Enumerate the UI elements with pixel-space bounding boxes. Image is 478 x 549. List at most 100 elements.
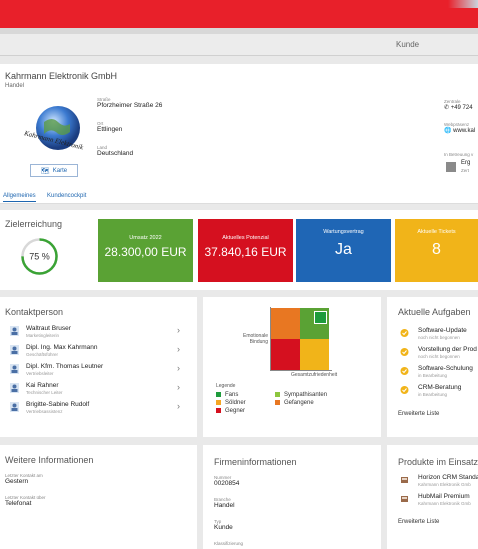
kpi-revenue-label: Umsatz 2022	[129, 235, 162, 241]
task-row[interactable]: Software-Schulung in Bearbeitung	[387, 363, 478, 382]
kpi-potential-value: 37.840,16 EUR	[204, 245, 287, 259]
phone-value[interactable]: ✆ +49 724	[444, 104, 473, 111]
kpi-tickets-label: Aktuelle Tickets	[417, 229, 456, 235]
kpi-tile-potential[interactable]: Aktuelles Potenzial 37.840,16 EUR	[198, 219, 293, 282]
tab-kundencockpit[interactable]: Kundencockpit	[47, 193, 86, 199]
contact-name: Dipl. Kfm. Thomas Leutner	[26, 363, 104, 370]
tasks-title: Aktuelle Aufgaben	[398, 307, 471, 317]
matrix-cell-soeldner[interactable]	[300, 339, 329, 370]
tasks-more-link[interactable]: Erweiterte Liste	[398, 411, 439, 417]
task-row[interactable]: CRM-Beratung in Bearbeitung	[387, 382, 478, 401]
kpi-tile-maintenance[interactable]: Wartungsvertrag Ja	[296, 219, 391, 282]
country-value: Deutschland	[97, 150, 134, 157]
legend-label: Gefangene	[284, 400, 314, 407]
contacts-panel: Kontaktperson Waltraut Bruser Marketingle…	[0, 297, 197, 437]
chevron-right-icon[interactable]: ›	[177, 382, 180, 392]
contact-name: Waltraut Bruser	[26, 325, 71, 332]
matrix-marker[interactable]	[314, 311, 327, 324]
products-more-link[interactable]: Erweiterte Liste	[398, 519, 439, 525]
legend-item: Söldner	[216, 400, 246, 406]
last-contact-via-field: Letzter Kontakt über Telefonat	[5, 495, 46, 507]
task-name: Software-Update	[418, 327, 467, 334]
tab-bar: Allgemeines Kundencockpit	[0, 190, 478, 204]
last-contact-field: Letzter Kontakt am Gestern	[5, 473, 43, 485]
contact-row[interactable]: Dipl. Kfm. Thomas Leutner Vertriebsleiter…	[0, 361, 193, 380]
website-link[interactable]: 🌐 www.kal	[444, 127, 475, 134]
chevron-right-icon[interactable]: ›	[177, 344, 180, 354]
country-field: Land Deutschland	[97, 145, 133, 157]
legend-label: Söldner	[225, 400, 246, 407]
phone-field: Zentrale ✆ +49 724	[444, 99, 473, 111]
website-value: www.kal	[453, 128, 476, 134]
task-status: noch nicht begonnen	[418, 335, 460, 340]
task-name: Software-Schulung	[418, 365, 473, 372]
street-field: Straße Pforzheimer Straße 26	[97, 97, 162, 109]
products-title: Produkte im Einsatz	[398, 457, 478, 467]
contact-person-icon	[10, 326, 19, 336]
satisfaction-matrix-panel: Emotionale Bindung Gesamtzufriedenheit L…	[203, 297, 381, 437]
matrix-cell-gegner[interactable]	[271, 339, 300, 370]
kpi-revenue-value: 28.300,00 EUR	[104, 245, 187, 259]
task-icon	[400, 386, 409, 394]
page-title: Kunde	[396, 40, 420, 49]
product-vendor: Kahrmann Elektronik Gmb	[418, 482, 471, 487]
chevron-right-icon[interactable]: ›	[177, 325, 180, 335]
chevron-right-icon[interactable]: ›	[177, 363, 180, 373]
contact-row[interactable]: Dipl. Ing. Max Kahrmann Geschäftsführer ›	[0, 342, 193, 361]
task-row[interactable]: Software-Update noch nicht begonnen	[387, 325, 478, 344]
task-name: Vorstellung der Prod	[418, 346, 477, 353]
map-icon: 🗺	[40, 167, 50, 175]
further-info-panel: Weitere Informationen Letzter Kontakt am…	[0, 445, 197, 549]
product-row[interactable]: Horizon CRM Standa Kahrmann Elektronik Gm…	[387, 472, 478, 491]
legend-item: Fans	[216, 392, 238, 398]
contact-row[interactable]: Brigitte-Sabine Rudolf Vertriebsassistenz…	[0, 399, 193, 418]
legend-label: Sympathisanten	[284, 392, 328, 399]
kpi-tile-tickets[interactable]: Aktuelle Tickets 8	[395, 219, 478, 282]
care-label: In Betreuung v	[444, 152, 474, 157]
city-value: Ettlingen	[97, 126, 123, 133]
contact-role: Vertriebsleiter	[26, 371, 54, 376]
contact-person-icon	[10, 364, 19, 374]
legend-swatch	[275, 392, 280, 397]
contact-role: Marketingleiterin	[26, 333, 60, 338]
chevron-right-icon[interactable]: ›	[177, 401, 180, 411]
app-header-bar	[0, 0, 478, 28]
care-value[interactable]: Erg	[461, 160, 470, 166]
legend-item: Gegner	[216, 408, 245, 414]
product-row[interactable]: HubMail Premium Kahrmann Elektronik Gmb	[387, 491, 478, 510]
kpi-tile-revenue[interactable]: Umsatz 2022 28.300,00 EUR	[98, 219, 193, 282]
contact-name: Brigitte-Sabine Rudolf	[26, 401, 90, 408]
kpi-maintenance-label: Wartungsvertrag	[323, 229, 364, 235]
company-type-field: Typ Kunde	[214, 519, 233, 531]
task-name: CRM-Beratung	[418, 384, 462, 391]
tasks-panel: Aktuelle Aufgaben Software-Update noch ni…	[387, 297, 478, 437]
kpi-maintenance-value: Ja	[335, 241, 352, 258]
contact-row[interactable]: Kai Rahner Technischer Leiter ›	[0, 380, 193, 399]
account-name: Kahrmann Elektronik GmbH	[5, 71, 118, 81]
matrix-cell-gefangene[interactable]	[271, 308, 300, 339]
globe-icon: 🌐	[444, 128, 452, 134]
company-branch-value: Handel	[214, 502, 235, 509]
legend-label: Fans	[225, 392, 239, 399]
contact-row[interactable]: Waltraut Bruser Marketingleiterin ›	[0, 323, 193, 342]
contact-role: Geschäftsführer	[26, 352, 59, 357]
legend-swatch	[275, 400, 280, 405]
map-button[interactable]: 🗺 Karte	[30, 164, 78, 177]
matrix-y-label: Emotionale Bindung	[238, 333, 268, 345]
product-vendor: Kahrmann Elektronik Gmb	[418, 501, 471, 506]
account-card: Kahrmann Elektronik GmbH Handel Kahrmann…	[0, 64, 478, 204]
task-status: noch nicht begonnen	[418, 354, 460, 359]
contact-name: Kai Rahner	[26, 382, 59, 389]
task-row[interactable]: Vorstellung der Prod noch nicht begonnen	[387, 344, 478, 363]
product-name: Horizon CRM Standa	[418, 474, 478, 481]
city-field: Ort Ettlingen	[97, 121, 122, 133]
phone-number: +49 724	[450, 105, 473, 111]
company-class-label: Klassifizierung	[214, 541, 244, 546]
company-logo: Kahrmann Elektronik	[22, 106, 85, 152]
product-icon	[401, 496, 408, 502]
tab-allgemeines[interactable]: Allgemeines	[3, 193, 36, 202]
task-status: in Bearbeitung	[418, 392, 448, 397]
contact-person-icon	[10, 345, 19, 355]
product-name: HubMail Premium	[418, 493, 470, 500]
goal-gauge: 75 %	[21, 238, 58, 275]
